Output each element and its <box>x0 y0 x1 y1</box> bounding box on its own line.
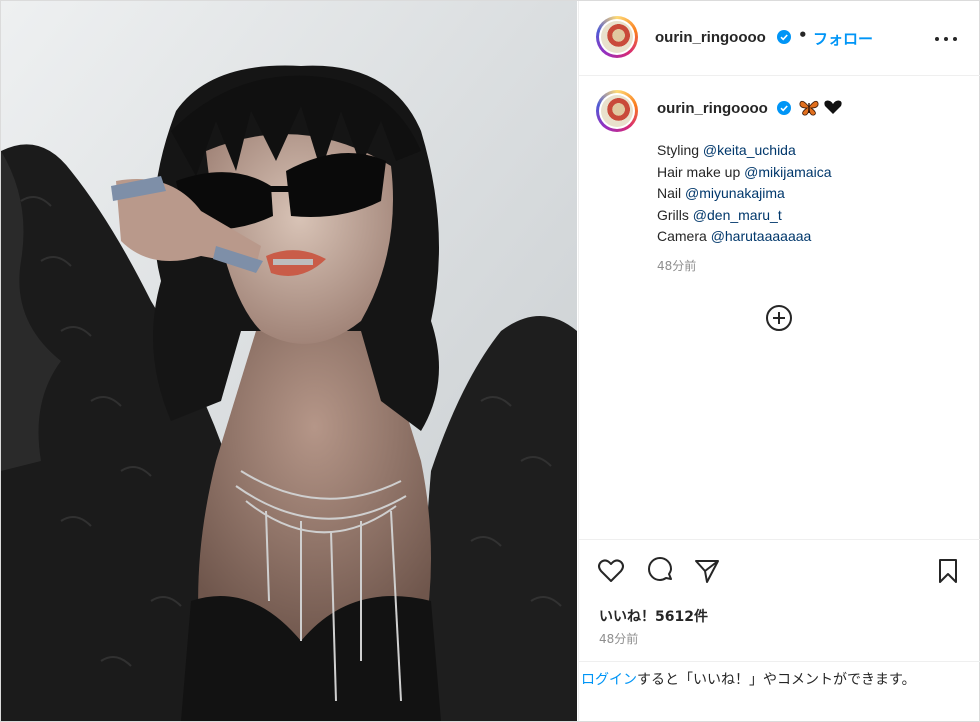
caption-line: Hair make up @mikijamaica <box>657 163 832 180</box>
mention-link[interactable]: @miyunakajima <box>685 185 785 201</box>
caption-line: Styling @keita_uchida <box>657 142 796 158</box>
photo-illustration <box>1 1 577 721</box>
black-heart-icon <box>824 100 842 114</box>
verified-badge-icon <box>777 30 791 44</box>
more-options-icon[interactable] <box>934 27 958 51</box>
butterfly-icon <box>799 100 819 116</box>
post-frame: ourin_ringoooo • フォロー ourin_ringoooo Sty… <box>0 0 980 722</box>
caption-avatar[interactable] <box>596 90 638 132</box>
caption: ourin_ringoooo Styling @keita_uchida Hai… <box>579 75 980 535</box>
mention-link[interactable]: @den_maru_t <box>693 207 782 223</box>
follow-button[interactable]: フォロー <box>813 28 873 49</box>
comment-icon[interactable] <box>645 556 675 586</box>
bookmark-icon[interactable] <box>933 556 963 586</box>
add-circle-icon[interactable] <box>765 304 793 332</box>
post-timestamp: 48分前 <box>599 632 639 646</box>
caption-line: Grills @den_maru_t <box>657 206 782 223</box>
like-count[interactable]: いいね！5612件 <box>599 606 708 626</box>
comments-panel: ourin_ringoooo • フォロー ourin_ringoooo Sty… <box>578 1 980 721</box>
login-link[interactable]: ログイン <box>581 672 637 688</box>
caption-emojis <box>799 97 843 121</box>
action-bar: いいね！5612件 48分前 <box>579 539 980 662</box>
mention-link[interactable]: @mikijamaica <box>744 164 831 180</box>
verified-badge-icon <box>776 101 791 115</box>
caption-header: ourin_ringoooo <box>657 98 791 117</box>
heart-icon[interactable] <box>596 556 626 586</box>
login-prompt-text: すると「いいね！」やコメントができます。 <box>637 672 916 688</box>
caption-text: Styling @keita_uchida Hair make up @miki… <box>657 140 832 248</box>
mention-link[interactable]: @keita_uchida <box>703 142 796 158</box>
login-prompt: ログインすると「いいね！」やコメントができます。 <box>579 661 980 722</box>
caption-username[interactable]: ourin_ringoooo <box>657 100 768 117</box>
caption-timestamp: 48分前 <box>657 259 697 273</box>
mention-link[interactable]: @harutaaaaaaa <box>711 228 812 244</box>
header-username[interactable]: ourin_ringoooo <box>655 29 766 46</box>
post-header: ourin_ringoooo • フォロー <box>579 1 980 76</box>
post-photo[interactable] <box>1 1 577 721</box>
share-icon[interactable] <box>692 556 722 586</box>
avatar[interactable] <box>596 16 638 58</box>
caption-line: Nail @miyunakajima <box>657 185 785 201</box>
separator-dot: • <box>798 26 808 44</box>
caption-line: Camera @harutaaaaaaa <box>657 228 812 244</box>
